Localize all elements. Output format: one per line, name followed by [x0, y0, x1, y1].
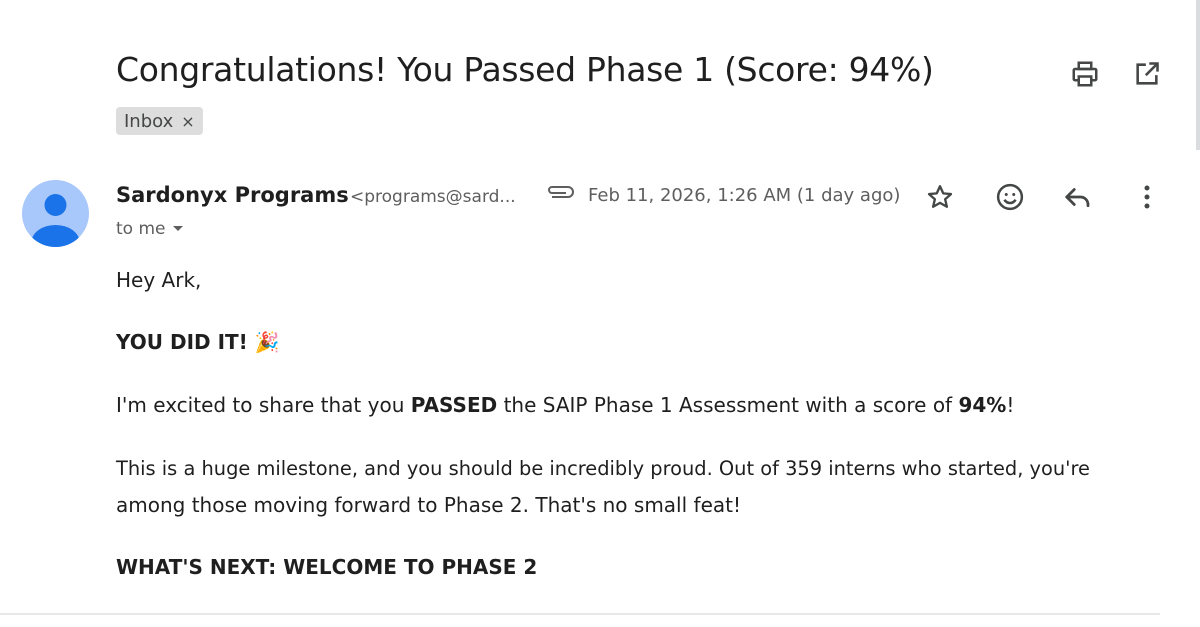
inbox-label-chip[interactable]: Inbox ×: [116, 107, 203, 135]
more-vertical-icon[interactable]: [1130, 180, 1164, 214]
sender-name[interactable]: Sardonyx Programs: [116, 183, 349, 207]
email-view: Congratulations! You Passed Phase 1 (Sco…: [0, 0, 1200, 627]
paragraph-milestone-line-1: This is a huge milestone, and you should…: [116, 457, 1090, 480]
label-text: Inbox: [124, 110, 174, 132]
score-text: 94%: [958, 393, 1007, 417]
open-in-new-window-icon[interactable]: [1131, 58, 1163, 90]
paragraph-text: I'm excited to share that you: [116, 393, 411, 417]
paragraph-text: !: [1006, 393, 1015, 417]
paragraph-text: the SAIP Phase 1 Assessment with a score…: [497, 393, 959, 417]
email-date: Feb 11, 2026, 1:26 AM (1 day ago): [588, 185, 901, 206]
paragraph-result: I'm excited to share that you PASSED the…: [116, 388, 1014, 422]
headline: YOU DID IT! 🎉: [116, 325, 280, 359]
sender-email: <programs@sard...: [350, 187, 516, 207]
paperclip-icon: [544, 182, 576, 204]
reply-icon[interactable]: [1061, 180, 1095, 214]
passed-text: PASSED: [410, 393, 498, 417]
remove-label-icon[interactable]: ×: [181, 112, 194, 131]
divider: [0, 613, 1160, 615]
emoji-reaction-icon[interactable]: [993, 180, 1027, 214]
email-subject: Congratulations! You Passed Phase 1 (Sco…: [116, 50, 934, 89]
chevron-down-icon: [172, 226, 183, 231]
greeting: Hey Ark,: [116, 268, 202, 292]
party-popper-icon: 🎉: [254, 330, 280, 354]
star-icon[interactable]: [923, 180, 957, 214]
headline-text: YOU DID IT!: [116, 330, 248, 354]
section-heading: WHAT'S NEXT: WELCOME TO PHASE 2: [116, 555, 538, 579]
avatar[interactable]: [22, 180, 89, 247]
paragraph-milestone-line-2: among those moving forward to Phase 2. T…: [116, 493, 741, 517]
printer-icon[interactable]: [1069, 58, 1101, 90]
recipient-text: to me: [116, 219, 166, 239]
scrollbar[interactable]: [1196, 0, 1200, 150]
recipient-details-toggle[interactable]: to me: [116, 219, 184, 239]
